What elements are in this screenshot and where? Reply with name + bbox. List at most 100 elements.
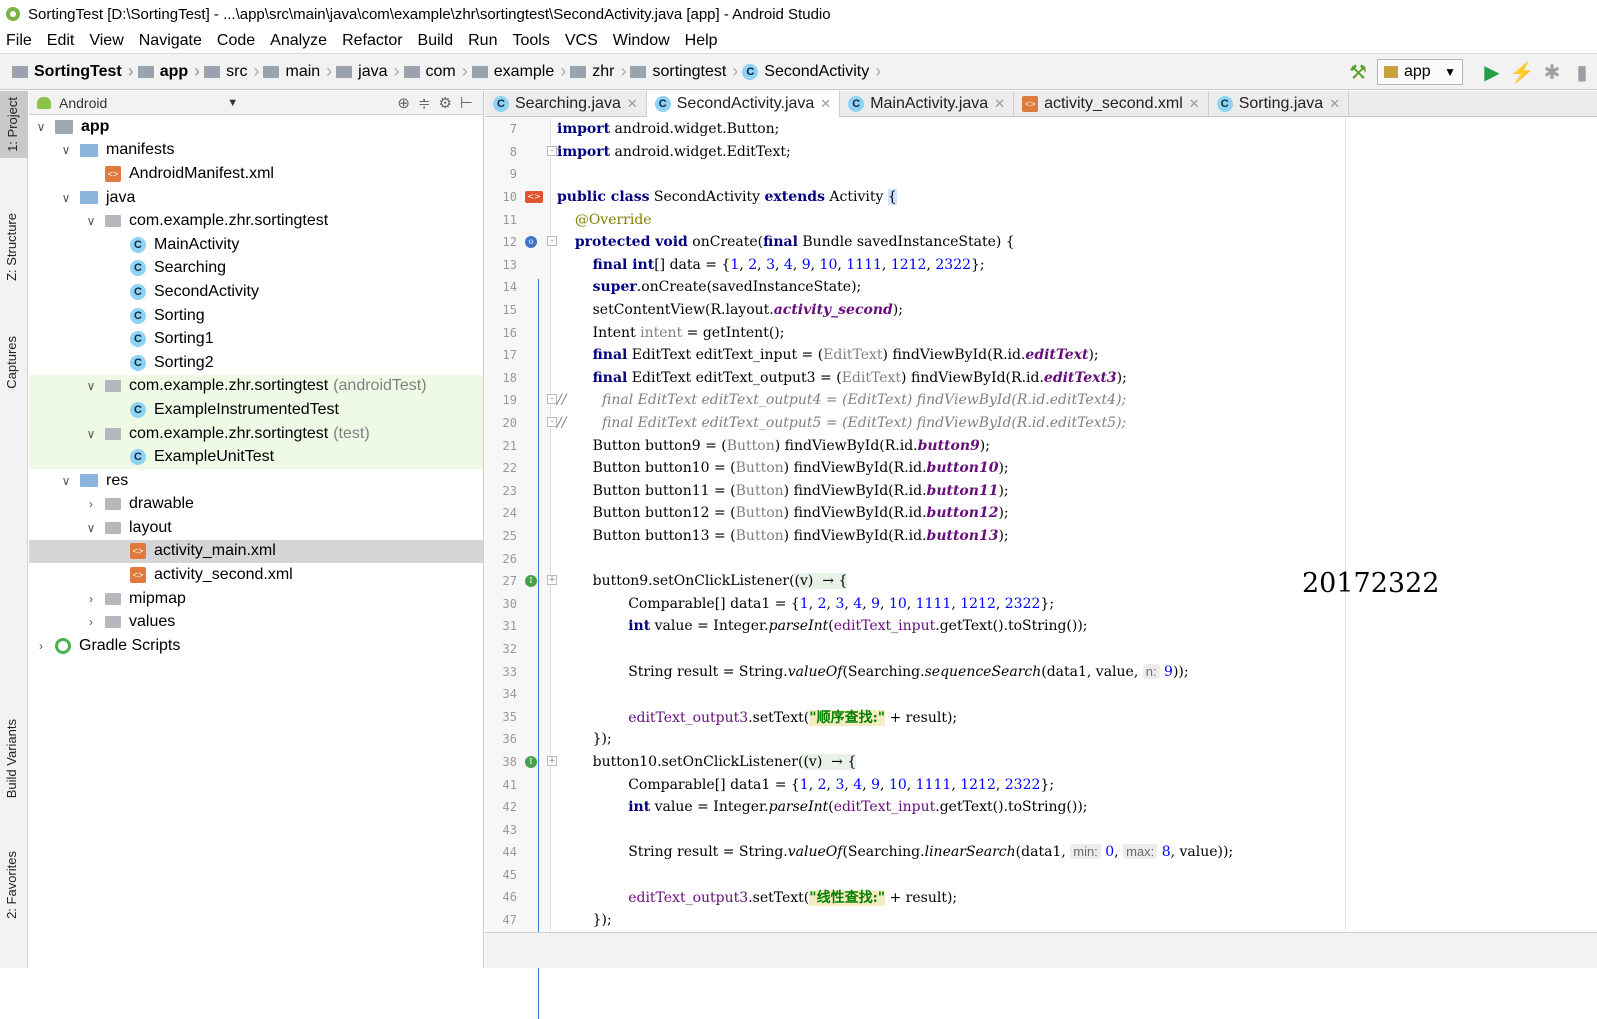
chevron-right-icon[interactable]: › (83, 497, 99, 511)
chevron-down-icon[interactable]: ∨ (83, 379, 99, 393)
breadcrumb-item[interactable]: com › (403, 61, 468, 82)
make-project-icon[interactable]: ⚒ (1349, 60, 1367, 85)
tree-item[interactable]: <> activity_main.xml (29, 539, 483, 564)
menu-edit[interactable]: Edit (47, 32, 75, 50)
menu-run[interactable]: Run (468, 32, 497, 50)
breadcrumb-item[interactable]: main › (263, 61, 332, 82)
chevron-down-icon[interactable]: ∨ (33, 120, 49, 134)
editor-tab[interactable]: C MainActivity.java ✕ (840, 91, 1015, 117)
fold-toggle-icon[interactable]: - (547, 394, 557, 405)
editor-tab[interactable]: C Searching.java ✕ (485, 91, 647, 117)
breadcrumb-item[interactable]: sortingtest › (630, 61, 738, 82)
editor-tab[interactable]: <> activity_second.xml ✕ (1014, 91, 1209, 117)
tree-item[interactable]: ∨ app (29, 115, 483, 139)
layout-link-icon[interactable]: <> (525, 191, 543, 204)
chevron-down-icon[interactable]: ∨ (83, 214, 99, 228)
chevron-down-icon[interactable]: ∨ (83, 427, 99, 441)
locate-icon[interactable]: ⊕ (397, 94, 410, 112)
tree-item[interactable]: <> activity_second.xml (29, 563, 483, 587)
tree-item[interactable]: C Searching (29, 257, 483, 281)
editor-tab[interactable]: C SecondActivity.java ✕ (646, 91, 841, 117)
lambda-marker-icon[interactable]: I (525, 755, 537, 768)
close-icon[interactable]: ✕ (627, 96, 638, 112)
breadcrumb-item[interactable]: example › (471, 61, 566, 82)
chevron-down-icon[interactable]: ∨ (58, 474, 74, 488)
fold-toggle-icon[interactable]: - (547, 145, 557, 156)
chevron-down-icon[interactable]: ∨ (58, 143, 74, 157)
fold-toggle-icon[interactable]: - (547, 416, 557, 427)
tab-favorites[interactable]: 2: Favorites (4, 851, 19, 919)
menu-vcs[interactable]: VCS (565, 32, 598, 50)
tree-item[interactable]: C Sorting1 (29, 327, 483, 351)
tree-item[interactable]: › mipmap (29, 587, 483, 611)
run-configuration-select[interactable]: app ▼ (1377, 59, 1463, 85)
tree-item[interactable]: ∨ layout (29, 516, 483, 540)
breadcrumb-item[interactable]: src › (204, 61, 259, 82)
tree-item[interactable]: C SecondActivity (29, 280, 483, 304)
tree-item[interactable]: ∨ res (29, 469, 483, 493)
menu-analyze[interactable]: Analyze (270, 32, 327, 50)
breadcrumb-item[interactable]: java › (336, 61, 400, 82)
breadcrumb-item[interactable]: zhr › (570, 61, 626, 82)
tab-project[interactable]: 1: Project (0, 91, 28, 158)
tree-item[interactable]: C ExampleUnitTest (29, 445, 483, 469)
chevron-down-icon[interactable]: ▼ (227, 97, 238, 109)
breadcrumb-item[interactable]: C SecondActivity › (742, 61, 881, 82)
tree-item[interactable]: ∨ java (29, 186, 483, 210)
close-icon[interactable]: ✕ (994, 96, 1005, 112)
debug-icon[interactable]: ✱ (1537, 60, 1567, 85)
run-icon[interactable]: ▶ (1477, 60, 1507, 85)
close-icon[interactable]: ✕ (820, 96, 831, 112)
breadcrumb-item[interactable]: app › (137, 61, 200, 82)
fold-toggle-icon[interactable]: + (547, 755, 557, 766)
tab-build-variants[interactable]: Build Variants (4, 719, 19, 798)
tree-item[interactable]: › Gradle Scripts (29, 634, 483, 658)
tree-item[interactable]: ∨ com.example.zhr.sortingtest (androidTest… (29, 374, 483, 399)
chevron-down-icon[interactable]: ∨ (83, 521, 99, 535)
collapse-all-icon[interactable]: ≑ (418, 94, 431, 112)
tree-item[interactable]: › drawable (29, 493, 483, 517)
menu-navigate[interactable]: Navigate (139, 32, 202, 50)
chevron-right-icon[interactable]: › (33, 639, 49, 653)
tab-captures[interactable]: Captures (4, 336, 19, 389)
profile-icon[interactable]: ▮ (1567, 60, 1597, 85)
chevron-right-icon[interactable]: › (83, 615, 99, 629)
menu-window[interactable]: Window (613, 32, 670, 50)
tree-item[interactable]: › values (29, 610, 483, 634)
fold-toggle-icon[interactable]: - (547, 235, 557, 246)
menu-code[interactable]: Code (217, 32, 255, 50)
tree-item-label: mipmap (129, 589, 186, 607)
hide-panel-icon[interactable]: ⊢ (460, 94, 473, 112)
breadcrumb-item[interactable]: SortingTest › (12, 61, 134, 82)
close-icon[interactable]: ✕ (1329, 96, 1340, 112)
tree-item[interactable]: C Sorting (29, 304, 483, 328)
menu-build[interactable]: Build (418, 32, 454, 50)
tab-structure[interactable]: Z: Structure (4, 213, 19, 281)
tree-item[interactable]: C Sorting2 (29, 351, 483, 375)
tree-item[interactable]: ∨ manifests (29, 139, 483, 163)
line-number: 35 (502, 709, 517, 724)
gear-icon[interactable]: ⚙ (438, 94, 451, 112)
close-icon[interactable]: ✕ (1189, 96, 1200, 112)
fold-toggle-icon[interactable]: + (547, 574, 557, 585)
menu-refactor[interactable]: Refactor (342, 32, 402, 50)
menu-view[interactable]: View (89, 32, 123, 50)
chevron-right-icon[interactable]: › (83, 592, 99, 606)
override-method-icon[interactable]: o (525, 236, 537, 249)
lambda-marker-icon[interactable]: I (525, 575, 537, 588)
line-number: 15 (502, 303, 517, 318)
menu-file[interactable]: File (6, 32, 32, 50)
module-icon (55, 119, 73, 134)
tree-item[interactable]: C ExampleInstrumentedTest (29, 398, 483, 422)
chevron-down-icon[interactable]: ∨ (58, 191, 74, 205)
tree-item[interactable]: C MainActivity (29, 233, 483, 257)
editor-tab[interactable]: C Sorting.java ✕ (1209, 91, 1350, 117)
tree-item[interactable]: ∨ com.example.zhr.sortingtest (test) (29, 421, 483, 446)
menu-help[interactable]: Help (685, 32, 718, 50)
project-view-mode[interactable]: Android (59, 95, 107, 111)
code-editor[interactable]: 7 import android.widget.Button; 8- import a… (485, 118, 1597, 958)
tree-item[interactable]: <> AndroidManifest.xml (29, 162, 483, 186)
tree-item[interactable]: ∨ com.example.zhr.sortingtest (29, 209, 483, 233)
apply-changes-icon[interactable]: ⚡ (1507, 60, 1537, 85)
menu-tools[interactable]: Tools (512, 32, 549, 50)
